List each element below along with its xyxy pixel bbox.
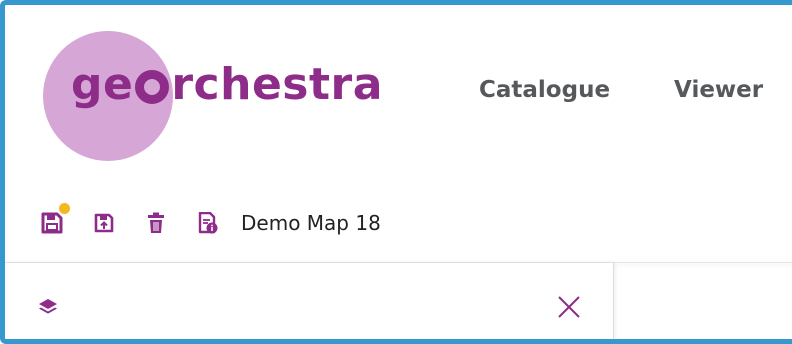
georchestra-logo[interactable]: ge rchestra (43, 31, 423, 161)
unsaved-indicator-dot (59, 203, 70, 214)
panel-divider (613, 263, 614, 339)
layers-side-panel (5, 263, 613, 339)
map-info-icon (198, 212, 218, 234)
logo-text-suffix: rchestra (171, 59, 383, 110)
delete-icon (148, 212, 164, 233)
nav-item-viewer[interactable]: Viewer (674, 77, 763, 103)
map-toolbar: Demo Map 18 (5, 195, 792, 251)
save-icon (41, 212, 63, 234)
nav-item-catalogue[interactable]: Catalogue (479, 77, 610, 103)
logo-text-prefix: ge (71, 59, 134, 110)
save-as-button[interactable] (91, 210, 117, 236)
app-frame: ge rchestra Catalogue Viewer Demo Map 18 (0, 0, 792, 344)
main-nav: Catalogue Viewer (479, 77, 763, 103)
map-title: Demo Map 18 (241, 211, 381, 235)
logo-o-ring (135, 70, 170, 104)
close-icon[interactable] (555, 293, 583, 321)
logo-text: ge rchestra (71, 55, 383, 115)
map-info-button[interactable] (195, 210, 221, 236)
layers-icon[interactable] (37, 295, 59, 317)
save-as-icon (94, 213, 114, 233)
header: ge rchestra Catalogue Viewer (5, 5, 792, 177)
save-button[interactable] (39, 203, 70, 236)
delete-button[interactable] (143, 210, 169, 236)
